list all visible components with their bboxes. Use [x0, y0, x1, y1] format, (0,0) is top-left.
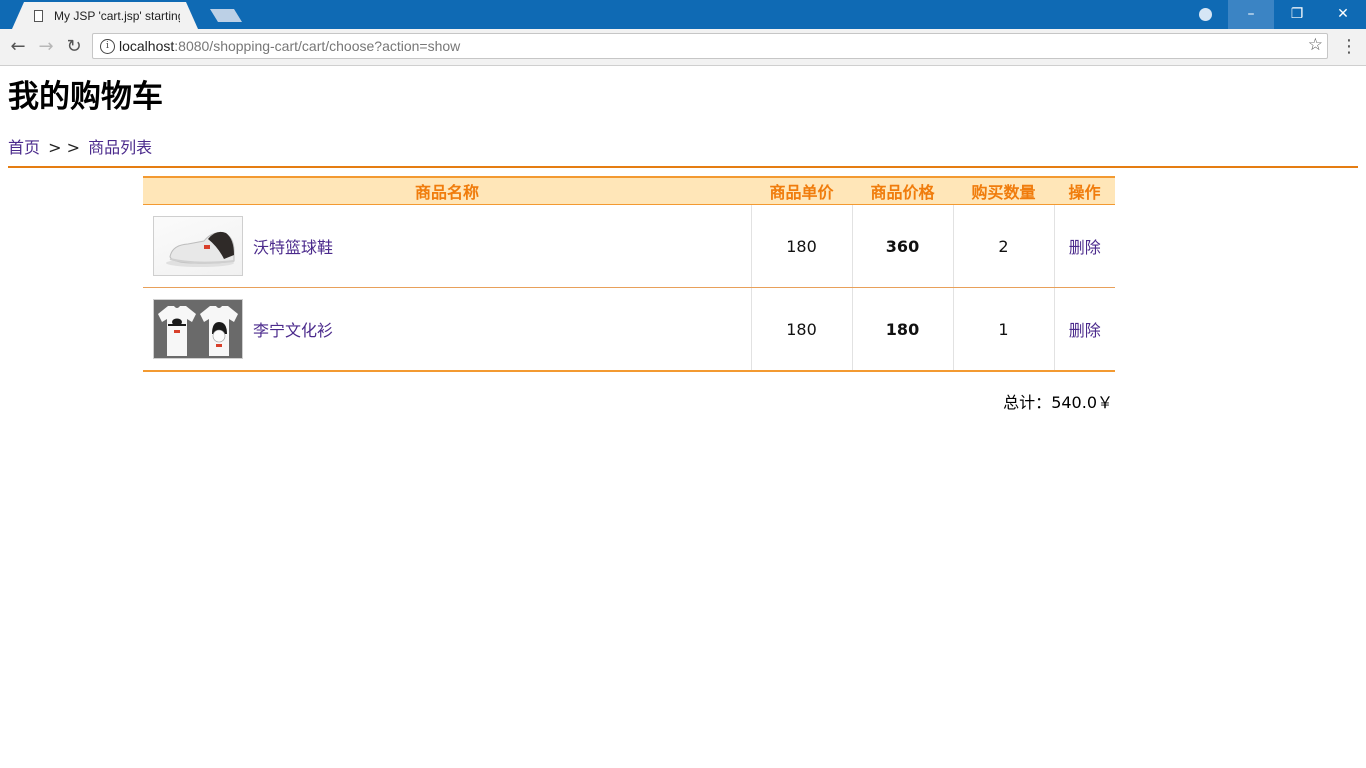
action-cell: 删除: [1053, 287, 1115, 371]
page-icon: [34, 10, 43, 22]
col-header-unit-price: 商品单价: [751, 177, 852, 205]
page-title: 我的购物车: [8, 79, 163, 115]
tab-close-icon[interactable]: ×: [194, 7, 198, 25]
table-row: 沃特篮球鞋 180 360 2 删除: [143, 204, 1115, 288]
product-name-link[interactable]: 沃特篮球鞋: [253, 234, 333, 258]
browser-toolbar: ← → ↻ i localhost:8080/shopping-cart/car…: [0, 29, 1366, 66]
product-cell: 李宁文化衫: [143, 288, 751, 372]
browser-tab[interactable]: My JSP 'cart.jsp' starting page ×: [12, 2, 198, 29]
product-name-link[interactable]: 李宁文化衫: [253, 317, 333, 341]
url-path: :8080/shopping-cart/cart/choose?action=s…: [174, 38, 461, 54]
col-header-total-price: 商品价格: [852, 177, 953, 205]
back-icon[interactable]: ←: [5, 34, 31, 60]
total-price-cell: 180: [851, 287, 953, 371]
breadcrumb: 首页 > > 商品列表: [8, 138, 152, 158]
reload-icon[interactable]: ↻: [61, 34, 87, 60]
window-titlebar: My JSP 'cart.jsp' starting page × – ❐ ✕: [0, 0, 1366, 29]
breadcrumb-home-link[interactable]: 首页: [8, 138, 40, 157]
product-cell: 沃特篮球鞋: [143, 204, 751, 288]
cart-total: 总计：540.0￥: [743, 393, 1113, 413]
table-row: 李宁文化衫 180 180 1 删除: [143, 287, 1115, 372]
total-price-cell: 360: [851, 204, 953, 288]
profile-avatar: [1198, 7, 1212, 21]
close-window-button[interactable]: ✕: [1320, 0, 1366, 29]
col-header-action: 操作: [1054, 177, 1115, 205]
tab-title: My JSP 'cart.jsp' starting page: [54, 9, 180, 23]
col-header-name: 商品名称: [143, 177, 751, 205]
delete-link[interactable]: 删除: [1069, 321, 1101, 340]
action-cell: 删除: [1053, 204, 1115, 288]
shoe-image[interactable]: [153, 216, 243, 276]
restore-button[interactable]: ❐: [1274, 0, 1320, 29]
url-text[interactable]: localhost:8080/shopping-cart/cart/choose…: [119, 38, 460, 54]
section-divider: [8, 166, 1358, 168]
quantity-cell: 2: [952, 204, 1054, 288]
breadcrumb-product-list-link[interactable]: 商品列表: [88, 138, 152, 157]
url-host: localhost: [119, 38, 175, 54]
tshirt-image[interactable]: [153, 299, 243, 359]
total-value: 540.0￥: [1051, 393, 1113, 412]
breadcrumb-separator: > >: [48, 138, 81, 157]
delete-link[interactable]: 删除: [1069, 238, 1101, 257]
new-tab-button[interactable]: [210, 9, 242, 22]
forward-icon[interactable]: →: [33, 34, 59, 60]
col-header-quantity: 购买数量: [953, 177, 1054, 205]
site-info-icon[interactable]: i: [100, 39, 115, 54]
bookmark-star-icon[interactable]: ☆: [1308, 35, 1323, 55]
browser-menu-icon[interactable]: ⋮: [1340, 34, 1358, 60]
quantity-cell: 1: [952, 287, 1054, 371]
minimize-button[interactable]: –: [1228, 0, 1274, 29]
profile-icon[interactable]: [1182, 0, 1228, 29]
cart-table: 商品名称 商品单价 商品价格 购买数量 操作 沃特篮球鞋 180 360 2 删…: [143, 176, 1115, 372]
total-label: 总计：: [1003, 393, 1052, 412]
unit-price-cell: 180: [750, 204, 852, 288]
table-header-row: 商品名称 商品单价 商品价格 购买数量 操作: [143, 177, 1115, 205]
unit-price-cell: 180: [750, 287, 852, 371]
address-bar[interactable]: i localhost:8080/shopping-cart/cart/choo…: [92, 33, 1328, 59]
